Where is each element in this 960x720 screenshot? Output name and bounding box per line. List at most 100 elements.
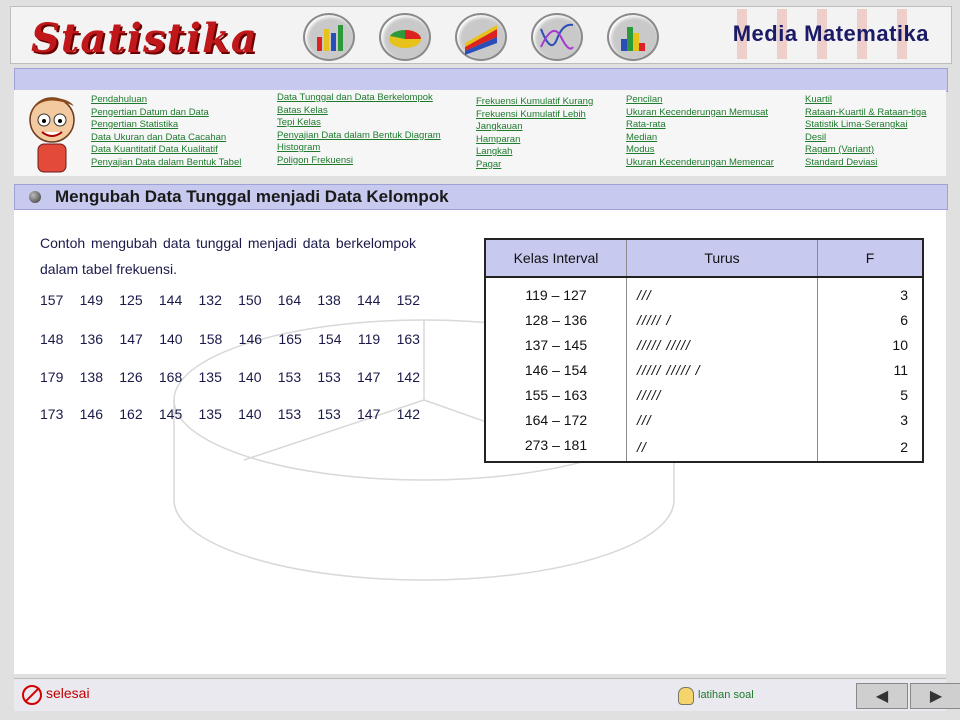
data-value: 162 [119,406,143,422]
tally-cell: // [626,432,818,462]
column-header: F [817,238,924,278]
prev-button[interactable]: ◀ [856,683,908,709]
menu-link[interactable]: Langkah [476,146,593,159]
bar-chart-icon[interactable] [303,13,355,61]
menu-column-3: Frekuensi Kumulatif Kurang Frekuensi Kum… [476,96,593,171]
data-value: 153 [317,406,341,422]
data-value: 153 [277,406,302,422]
app-logo: Statistika [31,15,258,62]
menu-link[interactable]: Frekuensi Kumulatif Kurang [476,96,593,109]
menu-link[interactable]: Pengertian Datum dan Data [91,107,241,120]
menu-link[interactable]: Penyajian Data dalam Bentuk Tabel [91,157,241,170]
data-value: 145 [158,406,183,422]
menu-link[interactable]: Ukuran Kecenderungan Memusat [626,107,774,120]
data-value: 147 [357,369,381,385]
menu-link[interactable]: Modus [626,144,774,157]
menu-link[interactable]: Rataan-Kuartil & Rataan-tiga [805,107,926,120]
data-value: 146 [238,331,263,347]
table-row: 119 – 127 /// 3 [484,277,924,307]
table-row: 273 – 181 // 2 [484,432,924,462]
data-value: 173 [40,406,64,422]
menu-column-2: Data Tunggal dan Data Berkelompok Batas … [277,92,441,167]
menu-link[interactable]: Data Tunggal dan Data Berkelompok [277,92,441,105]
tally-cell: ///// ///// / [626,357,818,382]
menu-link[interactable]: Poligon Frekuensi [277,155,441,168]
data-value: 126 [119,369,143,385]
section-title: Mengubah Data Tunggal menjadi Data Kelom… [55,187,449,206]
footer-bar: selesai latihan soal ◀ ▶ [14,678,960,711]
frequency-cell: 11 [817,357,924,382]
data-value: 125 [119,292,143,308]
data-value: 153 [317,369,341,385]
menu-link[interactable]: Data Kuantitatif Data Kualitatif [91,144,241,157]
menu-link[interactable]: Pagar [476,159,593,172]
lightbulb-icon[interactable] [678,687,694,705]
column-header: Kelas Interval [484,238,627,278]
menu-link[interactable]: Hamparan [476,134,593,147]
next-button[interactable]: ▶ [910,683,960,709]
menu-link[interactable]: Ukuran Kecenderungan Memencar [626,157,774,170]
exercise-link[interactable]: latihan soal [698,689,754,701]
data-value: 136 [79,331,104,347]
menu-column-1: Pendahuluan Pengertian Datum dan Data Pe… [91,94,241,169]
menu-link[interactable]: Pendahuluan [91,94,241,107]
line-chart-icon[interactable] [531,13,583,61]
data-value: 168 [158,369,183,385]
menu-link[interactable]: Histogram [277,142,441,155]
content-area: Contoh mengubah data tunggal menjadi dat… [14,210,946,674]
data-value: 158 [198,331,223,347]
table-row: 155 – 163 ///// 5 [484,382,924,407]
data-value: 163 [396,331,420,347]
data-value: 179 [40,369,64,385]
menu-link[interactable]: Kuartil [805,94,926,107]
brand-title: Media Matematika [732,21,929,46]
menu-link[interactable]: Rata-rata [626,119,774,132]
mascot-icon [29,97,75,173]
data-value: 149 [79,292,103,308]
tally-cell: ///// ///// [626,332,818,357]
menu-link[interactable]: Median [626,132,774,145]
menu-link[interactable]: Data Ukuran dan Data Cacahan [91,132,241,145]
frequency-cell: 5 [817,382,924,407]
pie-chart-icon[interactable] [379,13,431,61]
menu-link[interactable]: Statistik Lima-Serangkai [805,119,926,132]
data-row: 173 146 162 145 135 140 153 153 147 142 [40,406,420,422]
data-value: 142 [396,406,420,422]
menu-column-4: Pencilan Ukuran Kecenderungan Memusat Ra… [626,94,774,169]
menu-link[interactable]: Standard Deviasi [805,157,926,170]
menu-link[interactable]: Tepi Kelas [277,117,441,130]
data-value: 144 [357,292,381,308]
stop-icon[interactable] [22,685,42,705]
data-value: 147 [357,406,381,422]
menu-link[interactable]: Pengertian Statistika [91,119,241,132]
data-value: 135 [198,369,222,385]
data-value: 146 [79,406,103,422]
frequency-cell: 10 [817,332,924,357]
bullet-icon [29,191,41,203]
data-value: 140 [238,369,262,385]
frequency-cell: 3 [817,407,924,432]
table-header-row: Kelas Interval Turus F [484,238,924,278]
table-row: 128 – 136 ///// / 6 [484,307,924,332]
exit-link[interactable]: selesai [46,685,90,701]
histogram-icon[interactable] [607,13,659,61]
data-value: 157 [40,292,64,308]
data-value: 132 [198,292,222,308]
menu-link[interactable]: Desil [805,132,926,145]
description-text: Contoh mengubah data tunggal menjadi dat… [40,235,416,277]
menu-link[interactable]: Ragam (Variant) [805,144,926,157]
menu-link[interactable]: Frekuensi Kumulatif Lebih [476,109,593,122]
topic-menu: Pendahuluan Pengertian Datum dan Data Pe… [14,90,946,176]
data-value: 119 [357,331,381,347]
menu-link[interactable]: Batas Kelas [277,105,441,118]
data-value: 152 [396,292,420,308]
data-value: 140 [238,406,262,422]
menu-link[interactable]: Pencilan [626,94,774,107]
interval-cell: 155 – 163 [484,382,627,407]
data-value: 147 [119,331,143,347]
area-chart-icon[interactable] [455,13,507,61]
interval-cell: 273 – 181 [484,432,627,462]
menu-link[interactable]: Penyajian Data dalam Bentuk Diagram [277,130,441,143]
menu-link[interactable]: Jangkauan [476,121,593,134]
data-value: 153 [277,369,302,385]
